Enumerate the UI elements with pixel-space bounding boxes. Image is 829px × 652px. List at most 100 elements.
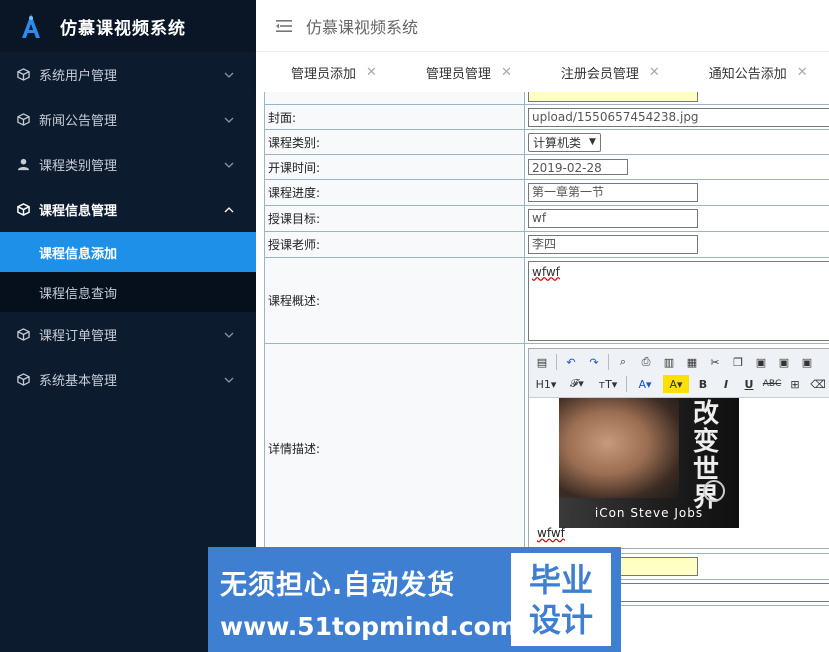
form-value: 2019-02-28	[524, 154, 829, 180]
goal-input[interactable]: wf	[528, 209, 698, 228]
course-form: 封面: upload/1550657454238.jpg 课程类别: 计算机类 ▼…	[264, 92, 829, 606]
form-row-summary: 课程概述: wfwf	[264, 257, 829, 344]
template-icon[interactable]: ▥	[660, 353, 678, 371]
undo-icon[interactable]: ↶	[562, 353, 580, 371]
close-icon[interactable]: ✕	[501, 65, 512, 80]
cube-icon	[16, 373, 30, 387]
goal-label: 授课目标:	[264, 205, 525, 232]
user-icon	[16, 158, 30, 172]
tab-admin-add[interactable]: 管理员添加 ✕	[256, 52, 391, 92]
form-value: wfwf	[524, 257, 829, 344]
highlight-icon[interactable]: A▾	[663, 375, 689, 393]
font-color-icon[interactable]: A▾	[632, 375, 658, 393]
form-label	[264, 92, 525, 105]
form-row-category: 课程类别: 计算机类 ▼	[264, 129, 829, 155]
sidebar-item-label: 新闻公告管理	[39, 114, 118, 129]
form-row-goal: 授课目标: wf	[264, 205, 829, 232]
code-icon[interactable]: ▦	[683, 353, 701, 371]
close-icon[interactable]: ✕	[797, 65, 808, 80]
cut-icon[interactable]: ✂	[706, 353, 724, 371]
form-value: upload/1550657454238.jpg	[524, 104, 829, 130]
menu-toggle-icon[interactable]	[276, 19, 292, 33]
close-icon[interactable]: ✕	[649, 65, 660, 80]
sidebar-subitem-course-add[interactable]: 课程信息添加	[0, 232, 256, 272]
bold-icon[interactable]: B	[694, 375, 712, 393]
chevron-down-icon	[224, 70, 234, 80]
toolbar-separator	[556, 354, 557, 370]
underline-icon[interactable]: U	[740, 375, 758, 393]
course-name-input[interactable]	[528, 92, 698, 102]
table-icon[interactable]: ⊞	[786, 375, 804, 393]
editor-text: wfwf	[537, 526, 565, 540]
cover-input[interactable]: upload/1550657454238.jpg	[528, 107, 829, 127]
eraser-icon[interactable]: ⌫	[809, 375, 827, 393]
top-header: 仿慕课视频系统	[256, 0, 829, 52]
print-icon[interactable]: ⎙	[637, 353, 655, 371]
form-value: 第一章第一节	[524, 179, 829, 206]
toolbar-separator	[608, 354, 609, 370]
logo-icon	[22, 14, 40, 38]
tab-more[interactable]: 通	[822, 52, 829, 92]
copy-icon[interactable]: ❐	[729, 353, 747, 371]
form-value: wf	[524, 205, 829, 232]
cube-icon	[16, 113, 30, 127]
redo-icon[interactable]: ↷	[585, 353, 603, 371]
tab-label: 注册会员管理	[560, 66, 639, 82]
summary-textarea[interactable]: wfwf	[528, 260, 829, 341]
tab-member-manage[interactable]: 注册会员管理 ✕	[526, 52, 674, 92]
tab-admin-manage[interactable]: 管理员管理 ✕	[391, 52, 526, 92]
form-value: 计算机类 ▼	[524, 129, 829, 155]
sidebar-item-news[interactable]: 新闻公告管理	[0, 97, 256, 142]
logo-bar: 仿慕课视频系统	[0, 0, 256, 52]
badge-top: 毕业	[528, 560, 593, 599]
course-info-submenu: 课程信息添加 课程信息查询	[0, 232, 256, 312]
sidebar-item-label: 课程类别管理	[39, 159, 118, 174]
close-icon[interactable]: ✕	[366, 65, 377, 80]
font-size-icon[interactable]: тT▾	[595, 375, 621, 393]
paste-icon[interactable]: ▣	[752, 353, 770, 371]
watermark-line1: 无须担心.自动发货	[220, 570, 456, 601]
preview-icon[interactable]: ⌕	[614, 353, 632, 371]
sidebar-item-course-category[interactable]: 课程类别管理	[0, 142, 256, 187]
tab-notice-add[interactable]: 通知公告添加 ✕	[674, 52, 822, 92]
italic-icon[interactable]: I	[717, 375, 735, 393]
editor-content-area[interactable]: 改变世界 iCon Steve Jobs wfwf	[529, 398, 829, 548]
category-label: 课程类别:	[264, 129, 525, 155]
paste-word-icon[interactable]: ▣	[798, 353, 816, 371]
category-select[interactable]: 计算机类 ▼	[528, 132, 601, 152]
progress-input[interactable]: 第一章第一节	[528, 183, 698, 202]
form-row-progress: 课程进度: 第一章第一节	[264, 179, 829, 206]
form-row-start: 开课时间: 2019-02-28	[264, 154, 829, 180]
strikethrough-icon[interactable]: ABC	[763, 375, 781, 393]
sidebar-item-course-info[interactable]: 课程信息管理	[0, 187, 256, 232]
summary-label: 课程概述:	[264, 257, 525, 344]
heading-icon[interactable]: H1▾	[533, 375, 559, 393]
category-selected: 计算机类	[533, 135, 582, 150]
sidebar-item-system-basic[interactable]: 系统基本管理	[0, 357, 256, 402]
sidebar-subitem-course-query[interactable]: 课程信息查询	[0, 272, 256, 312]
font-family-icon[interactable]: 𝓕▾	[564, 375, 590, 393]
sidebar-item-label: 系统用户管理	[39, 69, 118, 84]
sidebar-item-label: 系统基本管理	[39, 374, 118, 389]
header-title: 仿慕课视频系统	[306, 17, 419, 37]
start-date-input[interactable]: 2019-02-28	[528, 159, 628, 175]
cube-icon	[16, 203, 30, 217]
tab-label: 通知公告添加	[708, 66, 787, 82]
book-title-en: iCon Steve Jobs	[594, 506, 704, 520]
source-icon[interactable]: ▤	[533, 353, 551, 371]
teacher-input[interactable]: 李四	[528, 235, 698, 254]
watermark-banner: 无须担心.自动发货 www.51topmind.com 毕业 设计	[208, 547, 621, 652]
sidebar-item-system-users[interactable]: 系统用户管理	[0, 52, 256, 97]
form-row-cover: 封面: upload/1550657454238.jpg	[264, 104, 829, 130]
watermark-text-block: 无须担心.自动发货 www.51topmind.com	[208, 547, 517, 652]
sidebar-item-label: 课程订单管理	[39, 329, 118, 344]
sidebar-item-course-orders[interactable]: 课程订单管理	[0, 312, 256, 357]
chevron-down-icon	[224, 160, 234, 170]
form-row-partial	[264, 92, 829, 105]
sidebar-menu: 系统用户管理 新闻公告管理 课程类别管理 课程信息管理 课程信息添加 课程信息查…	[0, 52, 256, 402]
portrait-shape	[559, 398, 679, 498]
paste-text-icon[interactable]: ▣	[775, 353, 793, 371]
app-title: 仿慕课视频系统	[60, 18, 186, 39]
cover-label: 封面:	[264, 104, 525, 130]
chevron-down-icon	[224, 375, 234, 385]
